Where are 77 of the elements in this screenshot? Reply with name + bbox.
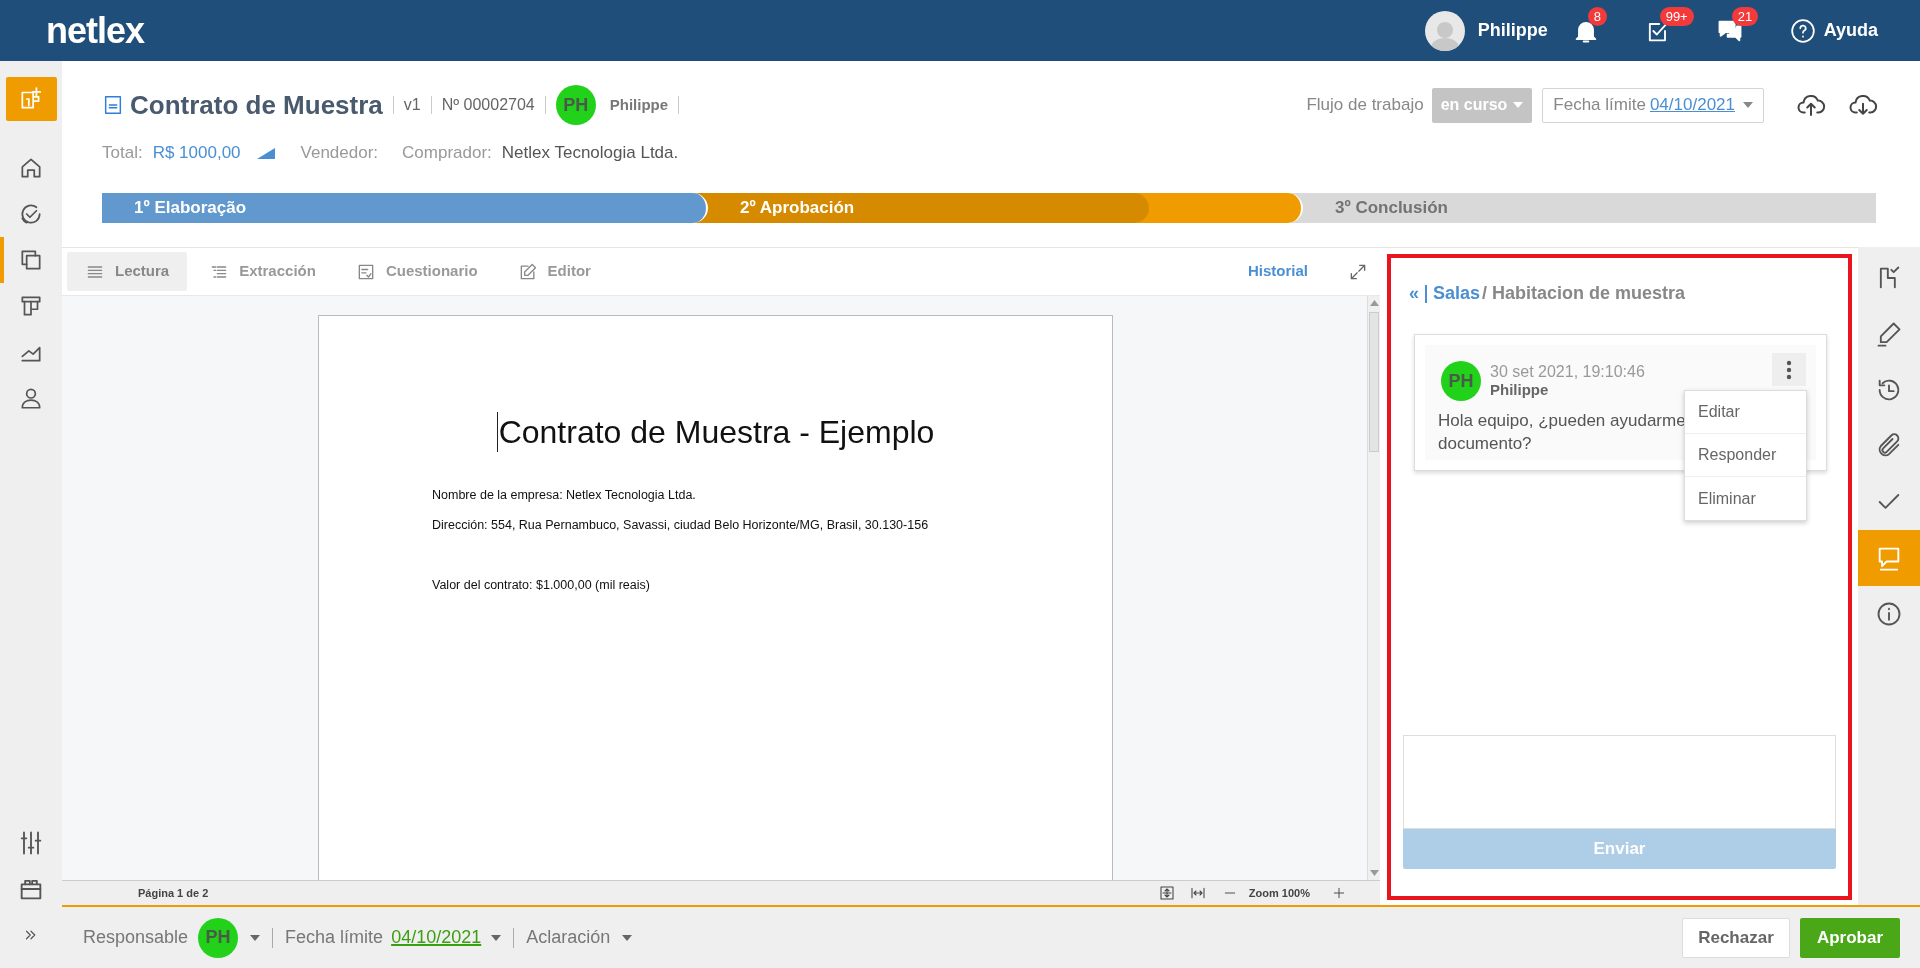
comment-time: 30 set 2021, 19:10:46: [1490, 363, 1645, 381]
count-badge: 8: [1587, 6, 1607, 26]
scroll-up-arrow-icon: [1369, 300, 1379, 306]
help-link[interactable]: Ayuda: [1789, 17, 1878, 44]
vertical-dots-icon: [1786, 359, 1792, 380]
tab[interactable]: Lectura: [67, 252, 188, 291]
rooms-link[interactable]: Salas: [1433, 280, 1481, 307]
layout-icon: [18, 293, 44, 319]
stage-label: 1º Elaboração: [134, 197, 247, 220]
count-badge: 21: [1731, 6, 1759, 26]
scrollbar-thumb[interactable]: [1369, 312, 1379, 452]
page-count: Página 1 de 2: [138, 885, 209, 901]
logo[interactable]: netlex: [46, 12, 145, 49]
menu-item[interactable]: Editar: [1685, 391, 1806, 434]
comment-author: Philippe: [1490, 381, 1550, 399]
caret-icon: [1743, 102, 1753, 108]
paragraph: Nombre de la empresa: Netlex Tecnologia Ltda.: [432, 487, 696, 504]
seller-label: Vendedor:: [300, 142, 379, 165]
caret-icon: [491, 934, 502, 941]
triangle-icon: [256, 147, 275, 159]
room-title: / Habitacion de muestra: [1482, 282, 1686, 305]
caret-icon: [250, 934, 261, 941]
version-label: v1: [403, 95, 421, 115]
zoom-level: Zoom 100%: [1248, 885, 1310, 901]
stage-label: 2º Aprobación: [740, 197, 855, 220]
user-name[interactable]: Philippe: [1477, 17, 1548, 44]
avatar: PH: [555, 85, 596, 125]
more-options-button[interactable]: [1772, 353, 1806, 386]
zoom-in-icon: [1332, 886, 1346, 900]
deadline-label: Fecha límite: [285, 926, 384, 949]
owner-name: Philippe: [609, 94, 669, 115]
fit-width-icon: [1188, 885, 1207, 901]
message-input[interactable]: [1403, 735, 1836, 829]
workflow-label: Flujo de trabajo: [1306, 94, 1424, 117]
comment-text-line: documento?: [1438, 433, 1532, 455]
total-label: Total:: [102, 142, 143, 165]
total-value: R$ 1000,00: [152, 142, 241, 165]
deadline-date[interactable]: 04/10/2021: [1649, 92, 1735, 118]
buyer-label: Comprador:: [402, 142, 492, 165]
user-avatar[interactable]: [1424, 10, 1465, 51]
deadline-label: Fecha límite: [1553, 94, 1646, 117]
deadline-date[interactable]: 04/10/2021: [391, 924, 482, 951]
avatar: PH: [1441, 361, 1481, 401]
stage-label: 3º Conclusión: [1335, 197, 1448, 220]
documents-icon: [18, 247, 44, 273]
clarification-label[interactable]: Aclaración: [526, 924, 611, 951]
tab[interactable]: Cuestionario: [337, 252, 496, 291]
caret-icon: [1513, 102, 1524, 108]
comment-text-line: Hola equipo, ¿pueden ayudarme: [1438, 410, 1686, 432]
page-heading: Contrato de Muestra - Ejemplo: [498, 413, 935, 452]
status-dropdown[interactable]: en curso: [1431, 87, 1533, 123]
history-link[interactable]: Historial: [1248, 260, 1308, 283]
responsible-label: Responsable: [83, 926, 189, 949]
fit-page-icon: [1158, 885, 1175, 901]
tab[interactable]: Extracción: [191, 252, 334, 291]
avatar: PH: [198, 917, 239, 958]
approve-button[interactable]: Aprobar: [1800, 917, 1900, 958]
tab[interactable]: Editor: [499, 252, 609, 291]
paragraph: Valor del contrato: $1.000,00 (mil reais): [432, 577, 650, 594]
deadline-dropdown[interactable]: Fecha límite 04/10/2021: [1542, 87, 1764, 123]
text-cursor: [496, 412, 498, 452]
reject-button[interactable]: Rechazar: [1682, 917, 1790, 958]
help-icon: [1789, 17, 1816, 44]
back-link[interactable]: «: [1409, 280, 1419, 307]
scroll-down-arrow-icon: [1369, 870, 1379, 876]
info-icon: [1875, 600, 1903, 628]
menu-item[interactable]: Eliminar: [1685, 477, 1806, 520]
caret-icon: [622, 934, 633, 941]
menu-item[interactable]: Responder: [1685, 434, 1806, 477]
paragraph: Dirección: 554, Rua Pernambuco, Savassi, ciudad Belo Horizonte/MG, Brasil, 30.130-156: [432, 517, 929, 534]
buyer-value: Netlex Tecnologia Ltda.: [501, 142, 679, 165]
count-badge: 99+: [1659, 6, 1694, 26]
document-number: Nº 00002704: [441, 95, 535, 115]
pen-icon: [1875, 320, 1903, 348]
add-document-icon: [18, 86, 44, 112]
document-icon: [102, 93, 124, 117]
document-title: Contrato de Muestra: [130, 88, 383, 122]
